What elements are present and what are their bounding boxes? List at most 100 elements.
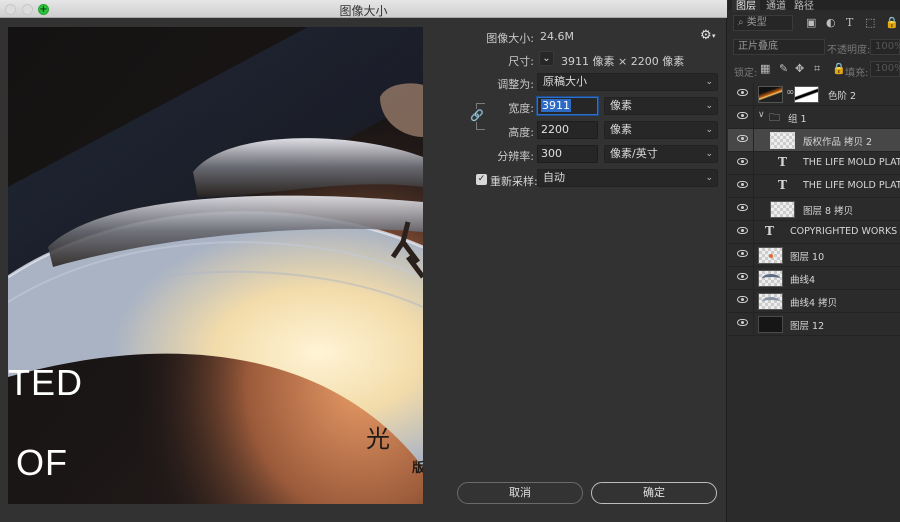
height-label: 高度: [508, 126, 534, 139]
panel-tabs: 图层 通道 路径 [728, 0, 900, 12]
title-bar: + 图像大小 [0, 0, 727, 18]
dimensions-unit-dropdown[interactable]: ⌄ [539, 51, 554, 66]
width-value: 3911 [541, 99, 571, 112]
gear-menu-caret-icon: ▾ [712, 32, 716, 40]
width-unit-value: 像素 [610, 99, 632, 112]
preview-artwork [8, 27, 423, 504]
resolution-input[interactable]: 300 [537, 145, 598, 163]
width-input[interactable]: 3911 [537, 97, 598, 115]
layer-name: THE LIFE MOLD PLATE [803, 157, 900, 168]
visibility-eye-icon[interactable] [737, 89, 748, 96]
image-size-value: 24.6M [540, 30, 574, 43]
tab-channels[interactable]: 通道 [762, 0, 790, 12]
layer-filter-select[interactable]: ⌕ 类型 [733, 15, 793, 31]
layer-row[interactable]: T THE LIFE MOLD PLATE [728, 175, 900, 198]
layer-row[interactable]: ∨ 🗀 组 1 [728, 106, 900, 129]
visibility-eye-icon[interactable] [737, 181, 748, 188]
layer-row[interactable]: 曲线4 [728, 267, 900, 290]
height-unit-select[interactable]: 像素 ⌄ [604, 121, 718, 139]
folder-icon: 🗀 [769, 111, 780, 124]
height-value: 2200 [541, 123, 569, 136]
layer-row[interactable]: 曲线4 拷贝 [728, 290, 900, 313]
gear-icon[interactable]: ⚙ [700, 28, 712, 43]
shape-filter-icon[interactable]: ⬚ [865, 16, 875, 29]
type-filter-icon[interactable]: T [846, 16, 853, 29]
layer-row[interactable]: 图层 12 [728, 313, 900, 336]
height-input[interactable]: 2200 [537, 121, 598, 139]
width-unit-select[interactable]: 像素 ⌄ [604, 97, 718, 115]
visibility-eye-icon[interactable] [737, 112, 748, 119]
fill-input[interactable]: 100% [870, 61, 900, 77]
layer-filter-value: 类型 [746, 17, 767, 28]
layer-name: 组 1 [788, 114, 807, 125]
layer-thumbnail [758, 270, 783, 287]
visibility-eye-icon[interactable] [737, 296, 748, 303]
opacity-value: 100% [875, 41, 900, 52]
layer-thumbnail [758, 316, 783, 333]
fill-value: 100% [875, 63, 900, 74]
chevron-down-icon: ⌄ [705, 101, 713, 111]
layer-thumbnail [758, 86, 783, 103]
visibility-eye-icon[interactable] [737, 227, 748, 234]
layer-row[interactable]: 图层 10 [728, 244, 900, 267]
lock-image-pixels-icon[interactable]: ✎ [779, 62, 788, 75]
ok-button[interactable]: 确定 [591, 482, 717, 504]
opacity-label: 不透明度: [827, 45, 871, 56]
visibility-eye-icon[interactable] [737, 319, 748, 326]
lock-label: 锁定: [734, 68, 758, 79]
pixel-filter-icon[interactable]: ▣ [806, 16, 816, 29]
visibility-eye-icon[interactable] [737, 158, 748, 165]
height-unit-value: 像素 [610, 123, 632, 136]
resample-label: 重新采样: [490, 175, 538, 188]
text-layer-icon: T [778, 155, 787, 169]
lock-artboard-icon[interactable]: ⌗ [814, 62, 820, 76]
cancel-button[interactable]: 取消 [457, 482, 583, 504]
resample-checkbox[interactable]: ✓ [476, 174, 487, 185]
layer-thumbnail [770, 201, 795, 218]
layer-row[interactable]: 版权作品 拷贝 2 [728, 129, 900, 152]
layer-name: 版权作品 拷贝 2 [803, 137, 873, 148]
resolution-unit-select[interactable]: 像素/英寸 ⌄ [604, 145, 718, 163]
dimensions-value: 3911 像素 × 2200 像素 [561, 55, 685, 68]
visibility-eye-icon[interactable] [737, 135, 748, 142]
adjustment-filter-icon[interactable]: ◐ [826, 16, 836, 29]
lock-all-icon[interactable]: 🔒 [832, 62, 846, 75]
search-icon: ⌕ [738, 17, 744, 28]
layer-thumbnail [758, 247, 783, 264]
layer-row[interactable]: T COPYRIGHTED WORKS OF [728, 221, 900, 244]
text-layer-icon: T [778, 178, 787, 192]
image-size-dialog: + 图像大小 TED OF 光 版 图像大小: 24.6M ⚙ ▾ 尺寸: ⌄ … [0, 0, 727, 522]
tab-layers[interactable]: 图层 [732, 0, 760, 12]
chevron-down-icon: ⌄ [705, 173, 713, 183]
resample-value: 自动 [543, 171, 565, 184]
visibility-eye-icon[interactable] [737, 204, 748, 211]
layer-name: 图层 8 拷贝 [803, 206, 854, 217]
fit-to-select[interactable]: 原稿大小 ⌄ [537, 73, 718, 91]
window-title: 图像大小 [339, 4, 388, 18]
layer-name: 曲线4 [790, 275, 816, 286]
visibility-eye-icon[interactable] [737, 250, 748, 257]
smart-object-filter-icon[interactable]: 🔒 [885, 16, 899, 29]
visibility-eye-icon[interactable] [737, 273, 748, 280]
layer-row[interactable]: 图层 8 拷贝 [728, 198, 900, 221]
lock-transparent-pixels-icon[interactable]: ▦ [760, 62, 770, 75]
layers-panel: 图层 通道 路径 ⌕ 类型 ▣ ◐ T ⬚ 🔒 正片叠底 不透明度: 100% … [728, 0, 900, 522]
layer-row[interactable]: ∞ 色阶 2 [728, 83, 900, 106]
opacity-input[interactable]: 100% [870, 39, 900, 55]
layer-name: COPYRIGHTED WORKS OF [790, 226, 900, 237]
resolution-unit-value: 像素/英寸 [610, 147, 658, 160]
lock-position-icon[interactable]: ✥ [795, 62, 804, 75]
checkmark-icon: ✓ [477, 174, 486, 184]
text-layer-icon: T [765, 224, 774, 238]
fill-label: 填充: [845, 68, 869, 79]
image-preview[interactable]: TED OF 光 版 [8, 27, 423, 504]
layer-thumbnail [770, 132, 795, 149]
layer-row[interactable]: T THE LIFE MOLD PLATE [728, 152, 900, 175]
dimensions-label: 尺寸: [508, 55, 534, 68]
blend-mode-select[interactable]: 正片叠底 [733, 39, 825, 55]
image-size-label: 图像大小: [486, 32, 534, 45]
tab-paths[interactable]: 路径 [790, 0, 818, 12]
layer-name: 色阶 2 [828, 91, 857, 102]
resample-select[interactable]: 自动 ⌄ [537, 169, 718, 187]
chevron-down-icon[interactable]: ∨ [758, 110, 765, 120]
